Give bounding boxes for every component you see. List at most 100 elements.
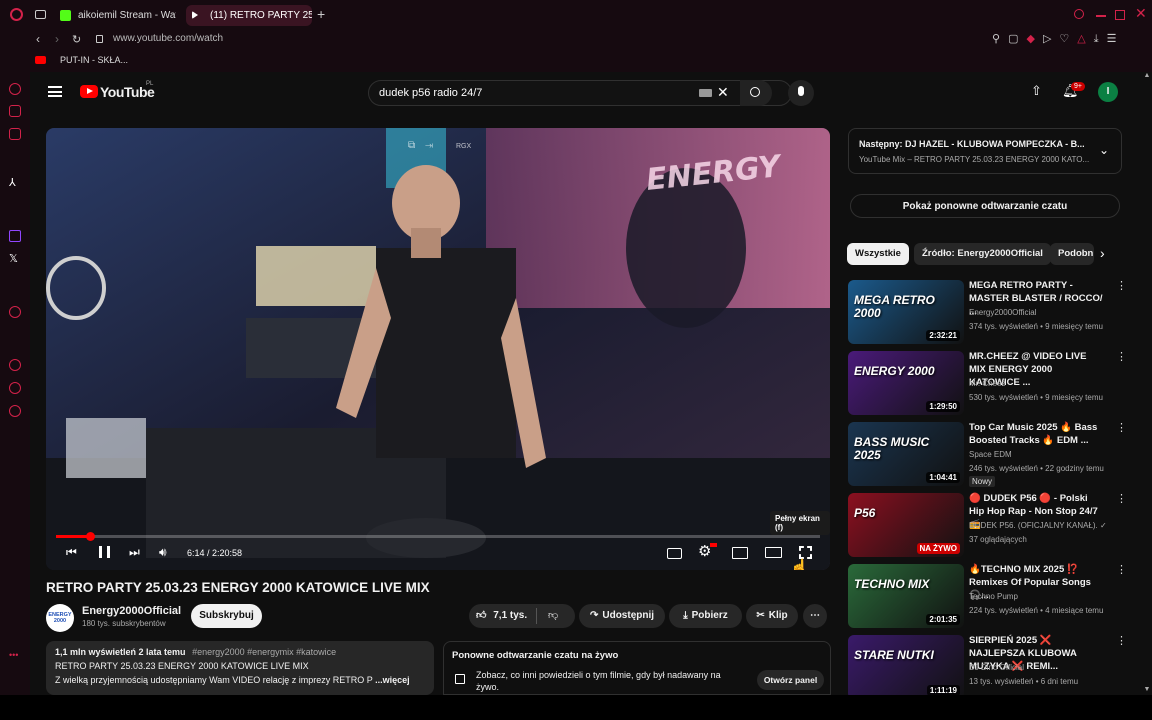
video-thumbnail[interactable]: ENERGY 2000 1:29:50 <box>848 351 964 415</box>
more-options-icon[interactable]: ⋮ <box>1116 280 1127 292</box>
tab-youtube-active[interactable]: (11) RETRO PARTY 25 <box>186 5 312 26</box>
minimize-icon[interactable] <box>1096 15 1106 17</box>
filter-chip-source[interactable]: Źródło: Energy2000Official <box>914 243 1051 265</box>
chevron-right-icon[interactable]: › <box>1100 245 1105 261</box>
share-button[interactable]: ↷ Udostępnij <box>579 604 665 628</box>
recommended-video[interactable]: TECHNO MIX 2:01:35 🔥TECHNO MIX 2025 ⁉️ Rem… <box>848 564 1128 628</box>
open-panel-button[interactable]: Otwórz panel <box>757 670 824 690</box>
video-thumbnail[interactable]: TECHNO MIX 2:01:35 <box>848 564 964 628</box>
heart-icon[interactable]: ♡ <box>1059 33 1077 45</box>
recommended-video[interactable]: MEGA RETRO 2000 2:32:21 MEGA RETRO PARTY -… <box>848 280 1128 344</box>
video-thumbnail[interactable]: STARE NUTKI 1:11:19 <box>848 635 964 695</box>
scroll-up-icon[interactable]: ▲ <box>1142 72 1152 79</box>
recommended-video[interactable]: STARE NUTKI 1:11:19 SIERPIEŃ 2025 ❌ NAJLEP… <box>848 635 1128 695</box>
tab-stream[interactable]: aikoiemil Stream - Watch <box>54 5 176 26</box>
up-next-box[interactable]: Następny: DJ HAZEL - KLUBOWA POMPECZKA -… <box>848 128 1122 174</box>
subtitles-icon[interactable] <box>667 548 682 559</box>
hamburger-icon[interactable] <box>48 86 62 97</box>
url-field[interactable]: www.youtube.com/watch <box>113 33 223 44</box>
subscribe-button[interactable]: Subskrybuj <box>191 604 262 628</box>
recommended-video[interactable]: BASS MUSIC 2025 1:04:41 Top Car Music 2025… <box>848 421 1128 487</box>
channel-avatar[interactable]: ENERGY 2000 <box>46 604 74 632</box>
forward-icon[interactable]: › <box>55 32 59 46</box>
scroll-down-icon[interactable]: ▼ <box>1142 686 1152 693</box>
volume-icon[interactable]: 🔊︎ <box>159 545 167 560</box>
dislike-button[interactable]: 👎︎ <box>548 609 558 621</box>
play-icon[interactable]: ▷ <box>1043 33 1059 45</box>
tab-menu-icon[interactable] <box>35 10 46 19</box>
extensions-icon[interactable]: △ <box>1077 33 1093 45</box>
pin-icon[interactable]: ⚲ <box>992 33 1008 45</box>
video-player[interactable]: ENERGY RGX ⧉⇥ Pełny ekran (f) ⏮ ⏭ 🔊︎ 6:1… <box>46 128 830 570</box>
reload-icon[interactable]: ↻ <box>72 33 81 46</box>
recommended-channel[interactable]: Techno Pump <box>969 592 1018 601</box>
more-options-icon[interactable]: ⋮ <box>1116 564 1127 576</box>
aria-icon[interactable] <box>9 83 21 95</box>
recommended-video[interactable]: P56 NA ŻYWO 🔴 DUDEK P56 🔴 - Polski Hip Hop… <box>848 493 1128 557</box>
close-icon[interactable]: ✕ <box>1135 5 1147 22</box>
snapshot-icon[interactable]: ▢ <box>1008 33 1026 45</box>
recommended-video[interactable]: ENERGY 2000 1:29:50 MR.CHEEZ @ VIDEO LIVE … <box>848 351 1128 415</box>
download-button[interactable]: ⤓ Pobierz <box>669 604 742 628</box>
settings-icon[interactable] <box>9 405 21 417</box>
upload-icon[interactable]: ⇧ <box>1031 83 1042 99</box>
next-icon[interactable]: ⏭ <box>129 545 140 560</box>
history-icon[interactable] <box>9 359 21 371</box>
recommended-channel[interactable]: Mr. Cheez <box>969 379 1005 388</box>
video-thumbnail[interactable]: MEGA RETRO 2000 2:32:21 <box>848 280 964 344</box>
clip-button[interactable]: ✂ Klip <box>746 604 798 628</box>
easy-setup-icon[interactable]: ☰ <box>1107 33 1125 45</box>
video-thumbnail[interactable]: BASS MUSIC 2025 1:04:41 <box>848 422 964 486</box>
recommended-channel[interactable]: Space EDM <box>969 450 1012 459</box>
download-icon[interactable]: ⤓ <box>1094 33 1107 45</box>
like-button[interactable]: 👍︎ 7,1 tys. <box>476 609 527 621</box>
more-icon[interactable]: ••• <box>9 650 21 662</box>
opera-logo-icon[interactable] <box>10 8 23 21</box>
maximize-icon[interactable] <box>1115 10 1125 20</box>
bookmarks-icon[interactable] <box>9 382 21 394</box>
filter-chip-related[interactable]: Podobn <box>1050 243 1094 265</box>
tiktok-icon[interactable]: ⅄ <box>9 176 21 189</box>
search-input[interactable]: dudek p56 radio 24/7 <box>379 87 482 99</box>
more-options-icon[interactable]: ⋮ <box>1116 351 1127 363</box>
progress-track[interactable] <box>56 532 820 541</box>
keyboard-icon[interactable] <box>699 89 712 97</box>
player-icon[interactable] <box>9 306 21 318</box>
miniplayer-icon[interactable] <box>732 547 748 559</box>
video-thumbnail[interactable]: P56 NA ŻYWO <box>848 493 964 557</box>
show-chat-replay-button[interactable]: Pokaż ponowne odtwarzanie czatu <box>850 194 1120 218</box>
more-actions-button[interactable]: ⋯ <box>803 604 827 628</box>
recommended-title[interactable]: Top Car Music 2025 🔥 Bass Boosted Tracks… <box>969 421 1105 447</box>
instagram-icon[interactable] <box>9 128 21 140</box>
theater-mode-icon[interactable] <box>765 547 782 558</box>
recommended-channel[interactable]: DUDEK P56. (OFICJALNY KANAŁ). ✓ <box>969 521 1107 530</box>
chevron-down-icon[interactable]: ⌄ <box>1099 143 1109 157</box>
pause-icon[interactable] <box>99 546 110 558</box>
more-options-icon[interactable]: ⋮ <box>1116 422 1127 434</box>
more-options-icon[interactable]: ⋮ <box>1116 635 1127 647</box>
avatar[interactable]: I <box>1098 82 1118 102</box>
messenger-icon[interactable] <box>9 105 21 117</box>
channel-name[interactable]: Energy2000Official <box>82 605 181 617</box>
more-link[interactable]: ...więcej <box>375 675 410 685</box>
clear-search-icon[interactable]: ✕ <box>717 84 729 101</box>
prev-icon[interactable]: ⏮ <box>66 545 77 560</box>
progress-scrubber[interactable] <box>85 532 95 541</box>
page-scrollbar[interactable]: ▲ ▼ <box>1142 72 1152 695</box>
recommended-channel[interactable]: DJ Dino Official <box>969 663 1024 672</box>
more-options-icon[interactable]: ⋮ <box>1116 493 1127 505</box>
bookmark-item[interactable]: PUT-IN - SKŁA... <box>60 55 128 65</box>
shield-icon[interactable]: ◆ <box>1026 33 1042 45</box>
voice-search-button[interactable] <box>788 80 814 106</box>
search-tabs-icon[interactable] <box>1074 9 1084 19</box>
twitch-icon[interactable] <box>9 230 21 242</box>
recommended-channel[interactable]: Energy2000Official <box>969 308 1036 317</box>
filter-chip-all[interactable]: Wszystkie <box>847 243 909 265</box>
new-tab-icon[interactable]: + <box>317 6 325 22</box>
x-icon[interactable]: 𝕏 <box>9 252 21 265</box>
miniplayer-overlay-icon[interactable]: ⧉ <box>408 140 425 151</box>
description-box[interactable]: 1,1 mln wyświetleń 2 lata temu #energy20… <box>46 641 434 695</box>
share-overlay-icon[interactable]: ⇥ <box>425 140 443 151</box>
hashtags[interactable]: #energy2000 #energymix #katowice <box>192 647 336 657</box>
back-icon[interactable]: ‹ <box>36 32 40 46</box>
